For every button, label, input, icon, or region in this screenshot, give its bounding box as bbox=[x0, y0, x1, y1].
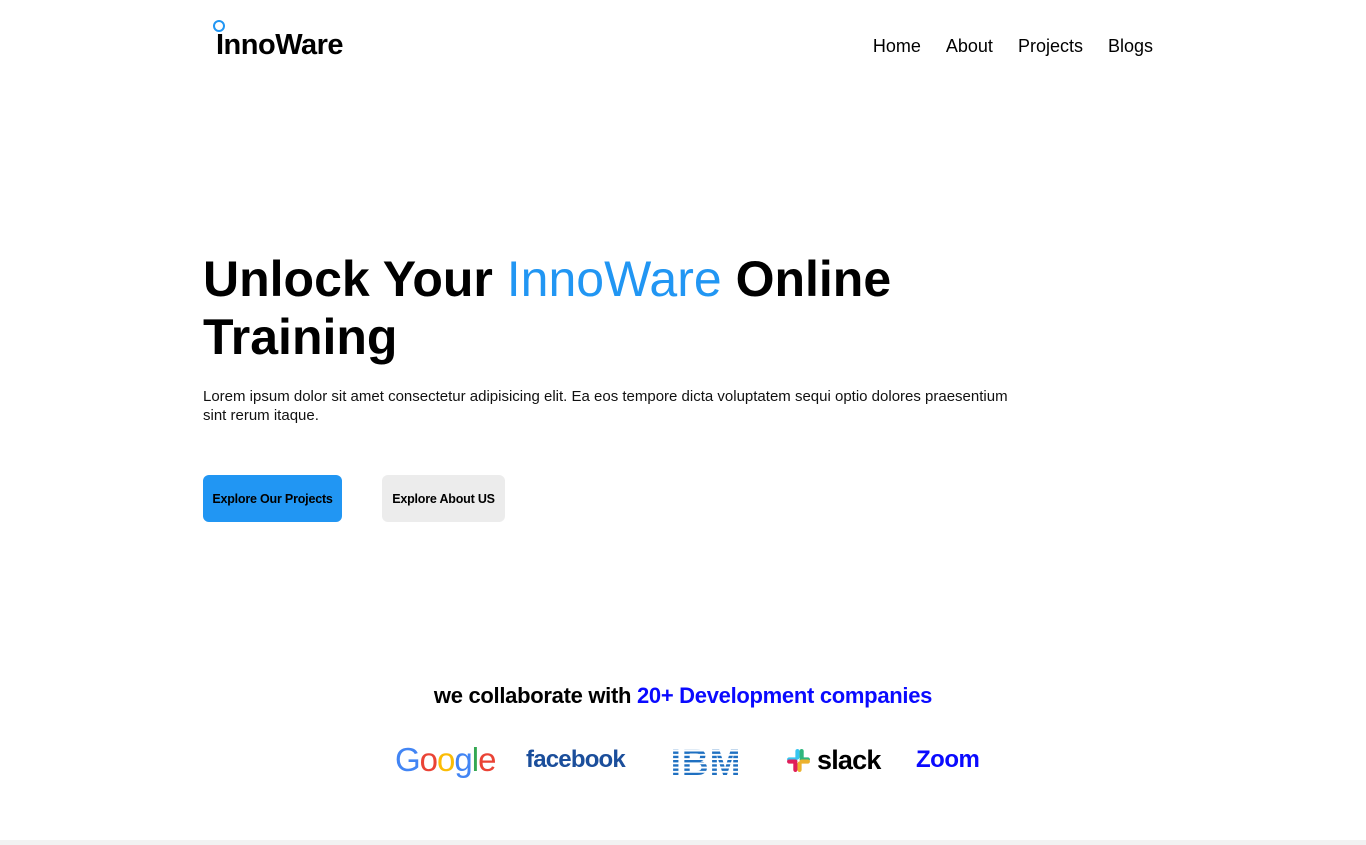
google-letter: o bbox=[437, 741, 455, 778]
ibm-logo: IBM bbox=[666, 740, 746, 780]
hero-title-prefix: Unlock Your bbox=[203, 251, 507, 307]
main-nav: Home About Projects Blogs bbox=[873, 34, 1153, 58]
nav-item-about[interactable]: About bbox=[946, 34, 993, 58]
facebook-logo: facebook bbox=[526, 740, 626, 780]
collab-accent: 20+ Development companies bbox=[636, 683, 933, 708]
explore-projects-button[interactable]: Explore Our Projects bbox=[203, 475, 342, 522]
zoom-wordmark: Zoom bbox=[916, 746, 980, 773]
slack-hash-icon bbox=[787, 748, 810, 772]
google-letter: g bbox=[454, 741, 472, 778]
slack-wordmark: slack bbox=[817, 744, 881, 775]
google-letter: G bbox=[395, 741, 421, 778]
facebook-wordmark: facebook bbox=[526, 746, 626, 773]
explore-about-button[interactable]: Explore About US bbox=[382, 475, 505, 522]
hero-description: Lorem ipsum dolor sit amet consectetur a… bbox=[203, 388, 1008, 424]
hero-title: Unlock Your InnoWare Online Training bbox=[203, 250, 963, 366]
nav-item-blogs[interactable]: Blogs bbox=[1108, 34, 1153, 58]
site-header: InnoWare Home About Projects Blogs bbox=[0, 0, 1366, 90]
logo-ring-icon bbox=[213, 20, 225, 32]
ibm-text: IBM bbox=[671, 743, 742, 777]
nav-item-home[interactable]: Home bbox=[873, 34, 921, 58]
google-letter: o bbox=[419, 741, 438, 778]
partner-logos: Google facebook IBM slack Zoom bbox=[0, 740, 1366, 780]
slack-logo: slack bbox=[786, 740, 881, 780]
google-wordmark: Google bbox=[395, 741, 496, 779]
zoom-logo: Zoom bbox=[916, 740, 980, 780]
footer-divider bbox=[0, 840, 1366, 845]
nav-item-projects[interactable]: Projects bbox=[1018, 34, 1083, 58]
collaboration-heading: we collaborate with 20+ Development comp… bbox=[0, 682, 1366, 710]
site-logo[interactable]: InnoWare bbox=[213, 20, 344, 61]
collab-prefix: we collaborate with bbox=[433, 683, 637, 708]
logo-text: InnoWare bbox=[216, 29, 344, 61]
hero-title-accent: InnoWare bbox=[506, 251, 722, 307]
google-letter: e bbox=[478, 741, 496, 778]
google-logo: Google bbox=[395, 740, 496, 780]
ibm-striped-wordmark-icon: IBM bbox=[671, 743, 742, 777]
